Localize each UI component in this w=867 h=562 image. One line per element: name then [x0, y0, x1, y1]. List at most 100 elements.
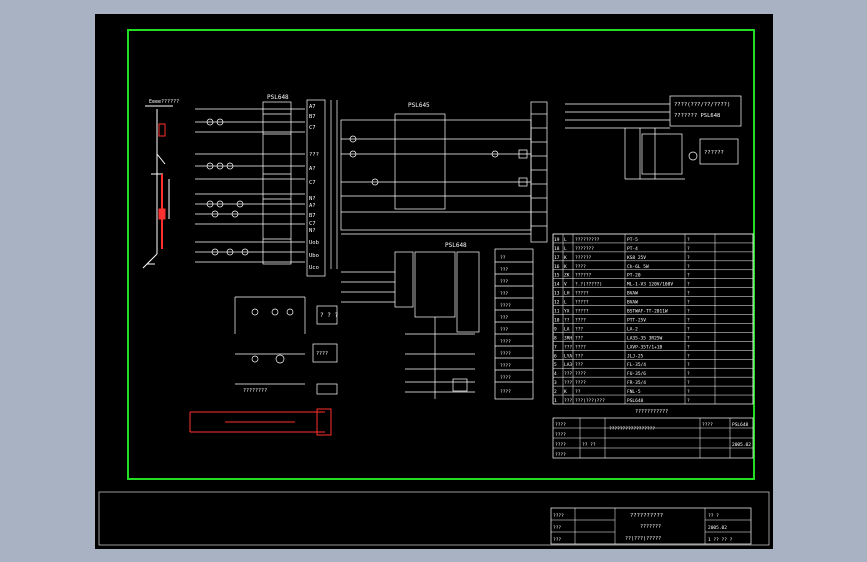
bom-cell-qty: ? [687, 380, 690, 386]
terminal-label: ??? [309, 152, 319, 158]
feeder-label: Eeee?????? [149, 99, 179, 105]
bom-cell-no: 14 [554, 282, 560, 288]
tb1-r4: ???? [555, 452, 566, 458]
legend-item: ???? [500, 303, 511, 309]
terminal-label: N? [309, 196, 316, 202]
bom-cell-qty: ? [687, 255, 690, 261]
bom-cell-spec: BVAW [627, 291, 638, 297]
bom-cell-qty: ? [687, 389, 690, 395]
tb1-r3: ???? [555, 442, 566, 448]
title-block-2: ???? ??? ??? ?????????? ??????? ??(???)?… [550, 507, 752, 545]
bom-cell-sym: ?? [564, 317, 570, 323]
bom-cell-name: ????? [575, 291, 589, 297]
terminal-label: Ubo [309, 253, 319, 259]
legend-item: ???? [500, 363, 511, 369]
tb1-date: 2005.02 [732, 442, 751, 448]
bom-cell-sym: L [564, 246, 567, 252]
tb2-right3: 1 ?? ?? ? [708, 537, 733, 543]
mid-box-label2: ???? [316, 351, 328, 357]
bom-cell-no: 18 [554, 246, 560, 252]
bom-cell-name: ?? [575, 389, 581, 395]
bom-cell-qty: ? [687, 344, 690, 350]
bom-cell-qty: ? [687, 309, 690, 315]
bom-cell-name: ???? [575, 344, 586, 350]
bom-cell-spec: LXVP-35T/1+1B [627, 344, 663, 350]
bom-cell-sym: K [564, 389, 567, 395]
bom-cell-spec: FR-35/4 [627, 380, 646, 386]
top-right-box-3: ?????? [704, 150, 724, 156]
bom-cell-spec: ML-1-V3 120V/100V [627, 282, 673, 288]
bom-cell-name: ??? [575, 353, 583, 359]
meter-label: ???????? [243, 388, 267, 394]
bom-cell-name: ???? [575, 380, 586, 386]
schematic-canvas: Eeee?????? PSL648 A7 B7 C7 ??? A? C7 N? … [98, 29, 770, 546]
bom-cell-sym: L [564, 300, 567, 306]
bom-cell-no: 15 [554, 273, 560, 279]
left-terminal-labels: A7 B7 C7 ??? A? C7 N? A? B7 C7 N? Uob Ub… [309, 104, 319, 271]
terminal-label: Uco [309, 265, 319, 271]
bom-cell-sym: LA3 [564, 362, 572, 368]
tb1-center: ????????????????? [609, 426, 655, 432]
lower-legend: ?? ??? ??? ??? ???? ??? ??? ???? ???? ??… [500, 255, 511, 395]
terminal-label: C7 [309, 221, 316, 227]
bom-cell-qty: ? [687, 300, 690, 306]
drawing-sheet: Eeee?????? PSL648 A7 B7 C7 ??? A? C7 N? … [95, 14, 773, 549]
bom-cell-name: ????????? [575, 237, 600, 243]
legend-item: ???? [500, 339, 511, 345]
top-right-circuit [565, 95, 742, 180]
bom-cell-qty: ? [687, 264, 690, 270]
bom-cell-sym: K [564, 255, 567, 261]
bom-cell-name: ??? [575, 335, 583, 341]
left-feeder [142, 105, 173, 269]
bom-cell-sym: YX [564, 309, 570, 315]
device-mid-label: PSL645 [408, 102, 430, 109]
bom-cell-qty: ? [687, 291, 690, 297]
tb1-r5: ?? ?? [582, 442, 596, 448]
legend-item: ?? [500, 255, 506, 261]
bom-cell-sym: LYA [564, 353, 572, 359]
bom-cell-no: 13 [554, 291, 560, 297]
bom-cell-qty: ? [687, 246, 690, 252]
legend-item: ???? [500, 351, 511, 357]
tb2-sub2: ??(???)????? [625, 536, 661, 542]
bom-cell-qty: ? [687, 398, 690, 404]
top-right-box-2: ??????? PSL648 [674, 113, 720, 119]
bom-cell-name: ???? [575, 317, 586, 323]
bom-cell-spec: JLJ-25 [627, 353, 644, 359]
bom-cell-name: ????? [575, 300, 589, 306]
bom-cell-spec: FU-35/6 [627, 371, 646, 377]
bom-cell-qty: ? [687, 353, 690, 359]
bom-cell-no: 16 [554, 264, 560, 270]
bom-cell-no: 3 [554, 380, 557, 386]
left-ct-wiring [195, 99, 338, 277]
terminal-label: B7 [309, 213, 316, 219]
bom-cell-qty: ? [687, 362, 690, 368]
tb1-r2: ???? [555, 432, 566, 438]
top-right-box-1: ????(???/??/????) [674, 102, 730, 108]
terminal-label: C7 [309, 180, 316, 186]
tb2-r1: ???? [553, 513, 564, 519]
bom-cell-spec: FNL-5 [627, 389, 641, 395]
bom-cell-no: 19 [554, 237, 560, 243]
bom-cell-spec: PSL648 [627, 398, 644, 404]
bom-cell-sym: LA [564, 326, 570, 332]
bom-cell-spec: LA35-35 3R25W [627, 335, 663, 341]
bom-cell-no: 1 [554, 398, 557, 404]
bom-cell-name: ?????? [575, 273, 592, 279]
bom-cell-spec: LA-2 [627, 326, 638, 332]
bom-cell-sym: ??? [564, 371, 572, 377]
terminal-label: A7 [309, 104, 316, 110]
terminal-label: N? [309, 228, 316, 234]
bom-cell-sym: ??? [564, 380, 572, 386]
bom-cell-no: 6 [554, 353, 557, 359]
tb2-right2: 2005.02 [708, 525, 727, 531]
terminal-label: Uob [309, 240, 319, 246]
center-control-circuit [340, 101, 548, 243]
tb1-r1: ???? [555, 422, 566, 428]
bom-table: 19 L????????? PT-5 ?18 L??????? PT-4 ?17 K?????… [552, 233, 754, 415]
legend-item: ???? [500, 375, 511, 381]
bom-cell-sym: LH [564, 291, 570, 297]
bom-title: ??????????? [635, 409, 668, 415]
bom-cell-name: ???? [575, 264, 586, 270]
legend-item: ??? [500, 291, 508, 297]
